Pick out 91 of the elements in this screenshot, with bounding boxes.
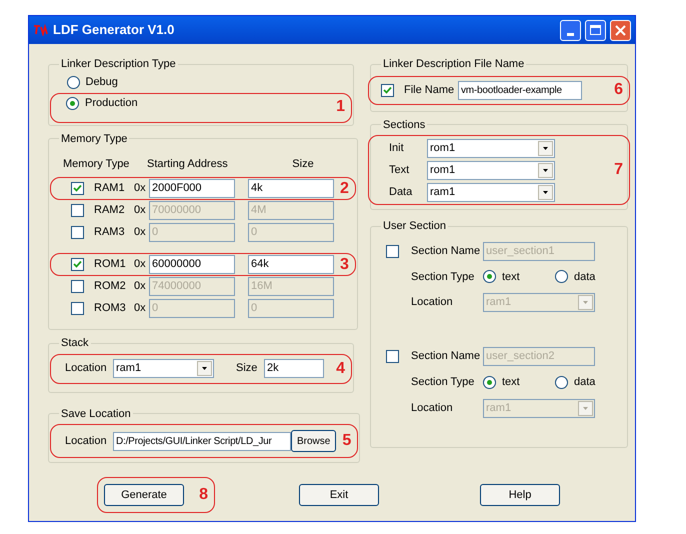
- radio-button[interactable]: [555, 376, 568, 389]
- field-label: Location: [411, 295, 454, 310]
- checkbox[interactable]: [71, 204, 84, 217]
- field-label: Section Name: [411, 349, 482, 364]
- hex-prefix: 0x: [134, 301, 147, 316]
- callout-number: 5: [341, 431, 352, 451]
- minimize-button[interactable]: [560, 20, 581, 40]
- callout-number: 8: [198, 485, 209, 505]
- radio-label: data: [574, 375, 596, 390]
- group-title: Stack: [61, 337, 89, 349]
- column-header: Starting Address: [147, 156, 229, 172]
- radio-button[interactable]: [66, 76, 80, 89]
- radio-button[interactable]: [483, 270, 496, 284]
- callout-number: 7: [613, 160, 624, 180]
- radio-button[interactable]: [66, 97, 79, 110]
- hex-prefix: 0x: [134, 257, 147, 272]
- hex-prefix: 0x: [134, 181, 147, 196]
- callout-number: 3: [339, 254, 350, 274]
- field-label: Size: [236, 361, 258, 376]
- checkbox[interactable]: [386, 350, 399, 363]
- group-title: Linker Description Type: [61, 58, 176, 70]
- browse-button[interactable]: Browse: [291, 430, 336, 452]
- close-icon: [615, 24, 626, 36]
- window-title: LDF Generator V1.0: [53, 21, 176, 40]
- size-field[interactable]: 4k: [248, 179, 334, 198]
- memory-name: RAM3: [94, 225, 126, 240]
- memory-name: RAM1: [94, 181, 126, 196]
- group-title: Memory Type: [61, 132, 128, 144]
- caret-icon: [543, 190, 548, 194]
- dialog-button[interactable]: Help: [480, 484, 560, 506]
- size-field[interactable]: 2k: [264, 359, 324, 378]
- checkbox[interactable]: [71, 226, 84, 239]
- address-field[interactable]: 60000000: [149, 255, 235, 274]
- radio-label: data: [574, 270, 596, 284]
- field-label: Text: [389, 162, 410, 178]
- checkbox[interactable]: [386, 244, 399, 258]
- field-label: Section Type: [411, 375, 476, 390]
- dropdown[interactable]: rom1: [427, 160, 555, 180]
- radio-label: Production: [85, 96, 138, 112]
- radio-label: text: [502, 375, 520, 390]
- field-label: Location: [411, 400, 454, 416]
- group-title: Save Location: [61, 408, 131, 420]
- column-header: Memory Type: [63, 156, 130, 172]
- group-title: Linker Description File Name: [383, 58, 524, 70]
- radio-button[interactable]: [483, 376, 496, 389]
- caret-icon: [202, 367, 207, 370]
- caret-icon: [583, 406, 588, 410]
- caret-icon: [583, 301, 588, 304]
- dropdown[interactable]: rom1: [427, 138, 555, 158]
- callout-number: 6: [613, 80, 624, 100]
- caret-icon: [543, 168, 548, 172]
- field-label: Init: [389, 140, 405, 156]
- checkbox[interactable]: [381, 84, 394, 96]
- field-label: Section Type: [411, 270, 476, 284]
- checkbox[interactable]: [71, 280, 84, 293]
- callout-number: 2: [339, 178, 350, 198]
- dropdown[interactable]: ram1: [427, 182, 555, 202]
- field-label: Section Name: [411, 244, 482, 259]
- checkbox[interactable]: [71, 302, 84, 315]
- dialog-button[interactable]: Generate: [104, 484, 184, 506]
- dropdown[interactable]: ram1: [113, 359, 214, 378]
- column-header: Size: [291, 156, 315, 172]
- dialog-button[interactable]: Exit: [299, 484, 379, 506]
- field-label: Location: [65, 361, 108, 376]
- radio-label: Debug: [86, 75, 118, 90]
- close-button[interactable]: [610, 20, 631, 40]
- group-title: User Section: [383, 220, 446, 232]
- group-title: Sections: [383, 118, 426, 130]
- field-label: Data: [389, 184, 414, 200]
- app-logo-icon: [33, 24, 49, 36]
- radio-button[interactable]: [555, 270, 568, 284]
- memory-name: ROM2: [94, 279, 127, 294]
- radio-label: text: [502, 270, 520, 284]
- path-field[interactable]: D:/Projects/GUI/Linker Script/LD_Jur: [113, 432, 291, 450]
- field-label: Location: [65, 434, 108, 449]
- callout-number: 4: [335, 358, 346, 378]
- checkbox[interactable]: [71, 182, 84, 195]
- hex-prefix: 0x: [134, 279, 147, 294]
- field-label: File Name: [404, 82, 456, 98]
- file-name-field[interactable]: vm-bootloader-example: [458, 80, 582, 100]
- memory-name: RAM2: [94, 203, 126, 218]
- memory-name: ROM3: [94, 301, 127, 316]
- hex-prefix: 0x: [134, 225, 147, 240]
- maximize-button[interactable]: [585, 20, 606, 40]
- checkbox[interactable]: [71, 258, 84, 271]
- callout-number: 1: [335, 96, 346, 116]
- caret-icon: [543, 146, 548, 150]
- size-field[interactable]: 64k: [248, 255, 334, 274]
- hex-prefix: 0x: [134, 203, 147, 218]
- memory-name: ROM1: [94, 257, 127, 272]
- address-field[interactable]: 2000F000: [149, 179, 235, 198]
